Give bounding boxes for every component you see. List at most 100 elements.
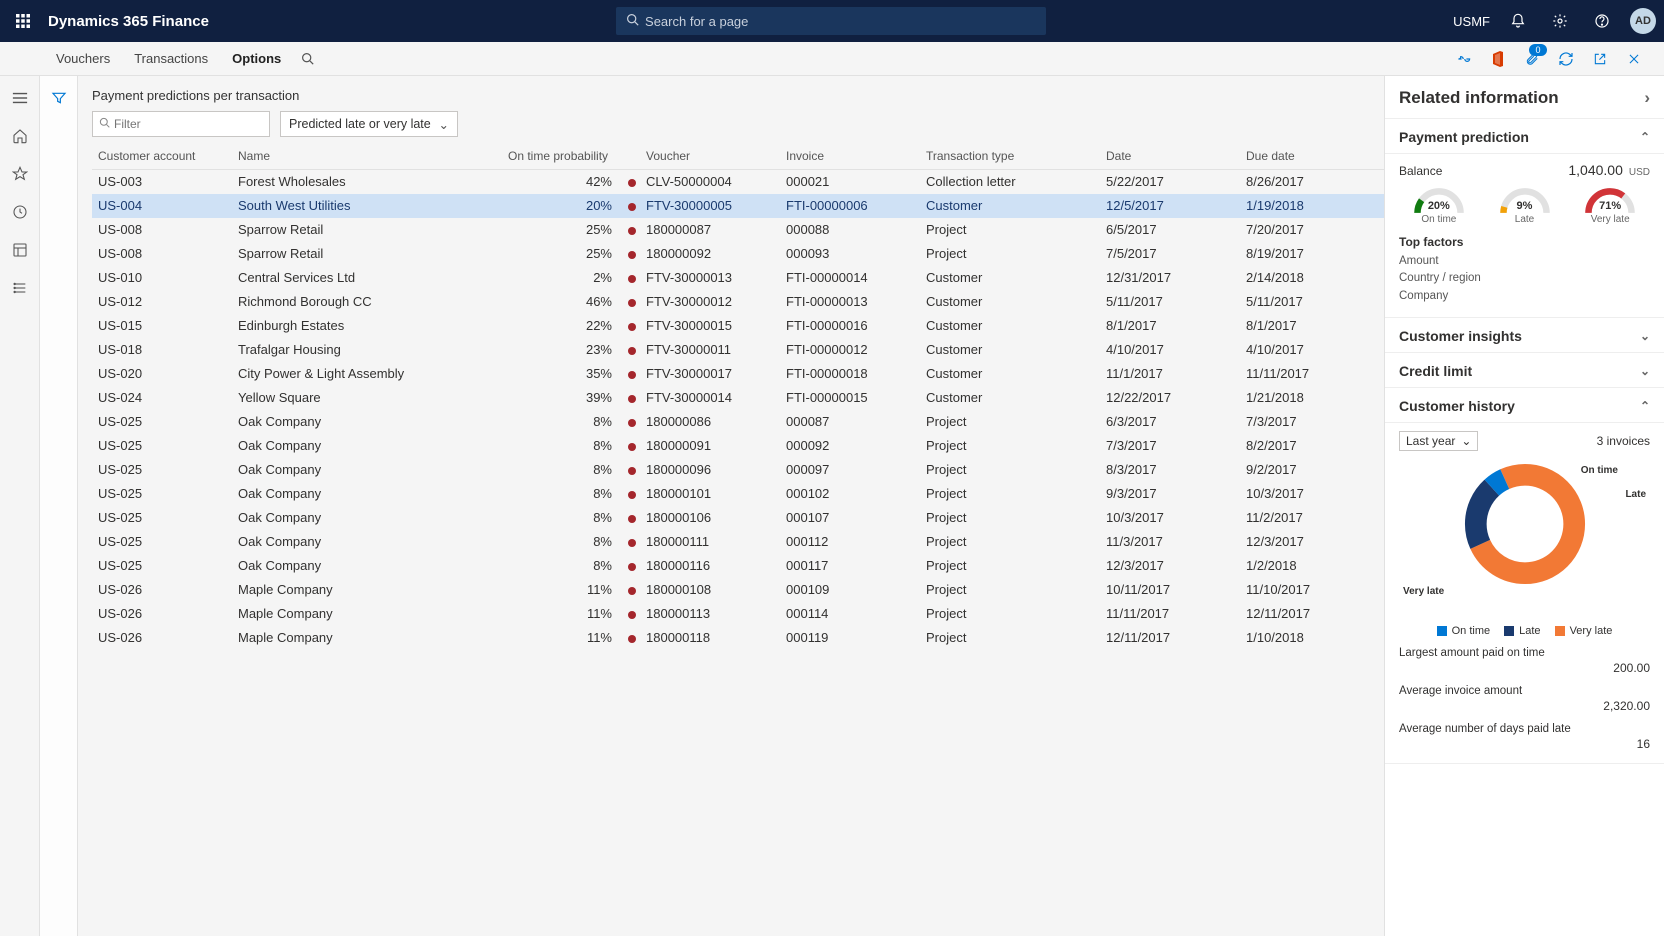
cell-prob: 11%: [502, 626, 622, 650]
favorites-icon[interactable]: [8, 162, 32, 186]
panel-title-row[interactable]: Related information ›: [1385, 76, 1664, 119]
table-row[interactable]: US-026Maple Company11%180000118000119Pro…: [92, 626, 1384, 650]
tab-vouchers[interactable]: Vouchers: [44, 42, 122, 76]
section-credit-limit[interactable]: Credit limit ⌄: [1385, 353, 1664, 388]
grid-filter[interactable]: [92, 111, 270, 137]
cell-prob: 8%: [502, 410, 622, 434]
notifications-icon[interactable]: [1504, 7, 1532, 35]
tab-transactions[interactable]: Transactions: [122, 42, 220, 76]
table-row[interactable]: US-026Maple Company11%180000108000109Pro…: [92, 578, 1384, 602]
table-row[interactable]: US-024Yellow Square39%FTV-30000014FTI-00…: [92, 386, 1384, 410]
balance-currency: USD: [1629, 167, 1650, 178]
status-dot-icon: [628, 395, 636, 403]
table-row[interactable]: US-018Trafalgar Housing23%FTV-30000011FT…: [92, 338, 1384, 362]
cell-ttype: Project: [920, 218, 1100, 242]
cell-voucher: 180000108: [640, 578, 780, 602]
column-header[interactable]: On time probability: [502, 143, 622, 170]
search-icon: [626, 13, 639, 29]
close-icon[interactable]: [1622, 47, 1646, 71]
table-row[interactable]: US-025Oak Company8%180000106000107Projec…: [92, 506, 1384, 530]
column-header[interactable]: Invoice: [780, 143, 920, 170]
section-payment-prediction[interactable]: Payment prediction ⌃: [1385, 119, 1664, 154]
menu-icon[interactable]: [8, 86, 32, 110]
chevron-down-icon: ⌄: [1640, 329, 1650, 343]
table-row[interactable]: US-008Sparrow Retail25%180000092000093Pr…: [92, 242, 1384, 266]
attachments-icon[interactable]: [1520, 47, 1544, 71]
column-header[interactable]: Transaction type: [920, 143, 1100, 170]
action-bar: VouchersTransactionsOptions: [0, 42, 1664, 76]
workspaces-icon[interactable]: [8, 238, 32, 262]
cell-ttype: Project: [920, 458, 1100, 482]
home-icon[interactable]: [8, 124, 32, 148]
refresh-icon[interactable]: [1554, 47, 1578, 71]
office-icon[interactable]: [1486, 47, 1510, 71]
table-row[interactable]: US-025Oak Company8%180000111000112Projec…: [92, 530, 1384, 554]
table-row[interactable]: US-025Oak Company8%180000116000117Projec…: [92, 554, 1384, 578]
cell-voucher: 180000087: [640, 218, 780, 242]
cell-ttype: Project: [920, 410, 1100, 434]
tab-options[interactable]: Options: [220, 42, 293, 76]
column-header[interactable]: Due date: [1240, 143, 1380, 170]
table-row[interactable]: US-020City Power & Light Assembly35%FTV-…: [92, 362, 1384, 386]
cell-dot: [622, 506, 640, 530]
table-row[interactable]: US-026Maple Company11%180000113000114Pro…: [92, 602, 1384, 626]
help-icon[interactable]: [1588, 7, 1616, 35]
cell-ttype: Collection letter: [920, 170, 1100, 194]
column-header[interactable]: Customer account: [92, 143, 232, 170]
table-row[interactable]: US-025Oak Company8%180000096000097Projec…: [92, 458, 1384, 482]
cell-dot: [622, 218, 640, 242]
column-header[interactable]: Name: [232, 143, 502, 170]
filter-pane-icon[interactable]: [47, 86, 71, 110]
company-code[interactable]: USMF: [1453, 14, 1490, 29]
cell-date: 11/11/2017: [1100, 602, 1240, 626]
global-search-input[interactable]: [645, 14, 1036, 29]
cell-due: 1/10/2018: [1240, 626, 1380, 650]
avatar[interactable]: AD: [1630, 8, 1656, 34]
table-row[interactable]: US-015Edinburgh Estates22%FTV-30000015FT…: [92, 314, 1384, 338]
chevron-down-icon: ⌄: [439, 117, 449, 132]
table-row[interactable]: US-025Oak Company8%180000101000102Projec…: [92, 482, 1384, 506]
cell-prob: 2%: [502, 266, 622, 290]
cell-date: 12/3/2017: [1100, 554, 1240, 578]
column-header[interactable]: Date: [1100, 143, 1240, 170]
prediction-filter-dropdown[interactable]: Predicted late or very late ⌄: [280, 111, 458, 137]
cell-date: 11/3/2017: [1100, 530, 1240, 554]
cell-dot: [622, 194, 640, 218]
table-row[interactable]: US-004South West Utilities20%FTV-3000000…: [92, 194, 1384, 218]
table-row[interactable]: US-025Oak Company8%180000086000087Projec…: [92, 410, 1384, 434]
table-row[interactable]: US-010Central Services Ltd2%FTV-30000013…: [92, 266, 1384, 290]
history-range-dropdown[interactable]: Last year ⌄: [1399, 431, 1478, 451]
balance-label: Balance: [1399, 164, 1442, 178]
section-customer-history[interactable]: Customer history ⌃: [1385, 388, 1664, 423]
cell-date: 12/5/2017: [1100, 194, 1240, 218]
cell-due: 8/2/2017: [1240, 434, 1380, 458]
app-launcher-icon[interactable]: [8, 6, 38, 36]
table-row[interactable]: US-003Forest Wholesales42%CLV-5000000400…: [92, 170, 1384, 194]
cell-date: 5/22/2017: [1100, 170, 1240, 194]
cell-prob: 8%: [502, 434, 622, 458]
grid-filter-input[interactable]: [114, 117, 269, 131]
table-row[interactable]: US-008Sparrow Retail25%180000087000088Pr…: [92, 218, 1384, 242]
column-header[interactable]: [622, 143, 640, 170]
settings-icon[interactable]: [1546, 7, 1574, 35]
cell-prob: 20%: [502, 194, 622, 218]
recent-icon[interactable]: [8, 200, 32, 224]
global-search[interactable]: [616, 7, 1046, 35]
cell-name: Oak Company: [232, 554, 502, 578]
cell-acct: US-026: [92, 602, 232, 626]
cell-due: 11/11/2017: [1240, 362, 1380, 386]
modules-icon[interactable]: [8, 276, 32, 300]
chevron-down-icon: ⌄: [1640, 364, 1650, 378]
cell-dot: [622, 458, 640, 482]
cell-due: 1/21/2018: [1240, 386, 1380, 410]
cell-invoice: 000097: [780, 458, 920, 482]
column-header[interactable]: Voucher: [640, 143, 780, 170]
history-donut-chart: On time Late Very late: [1399, 459, 1650, 619]
cell-date: 6/5/2017: [1100, 218, 1240, 242]
table-row[interactable]: US-025Oak Company8%180000091000092Projec…: [92, 434, 1384, 458]
actionbar-search-icon[interactable]: [293, 42, 322, 76]
section-customer-insights[interactable]: Customer insights ⌄: [1385, 318, 1664, 353]
link-icon[interactable]: [1452, 47, 1476, 71]
table-row[interactable]: US-012Richmond Borough CC46%FTV-30000012…: [92, 290, 1384, 314]
popout-icon[interactable]: [1588, 47, 1612, 71]
